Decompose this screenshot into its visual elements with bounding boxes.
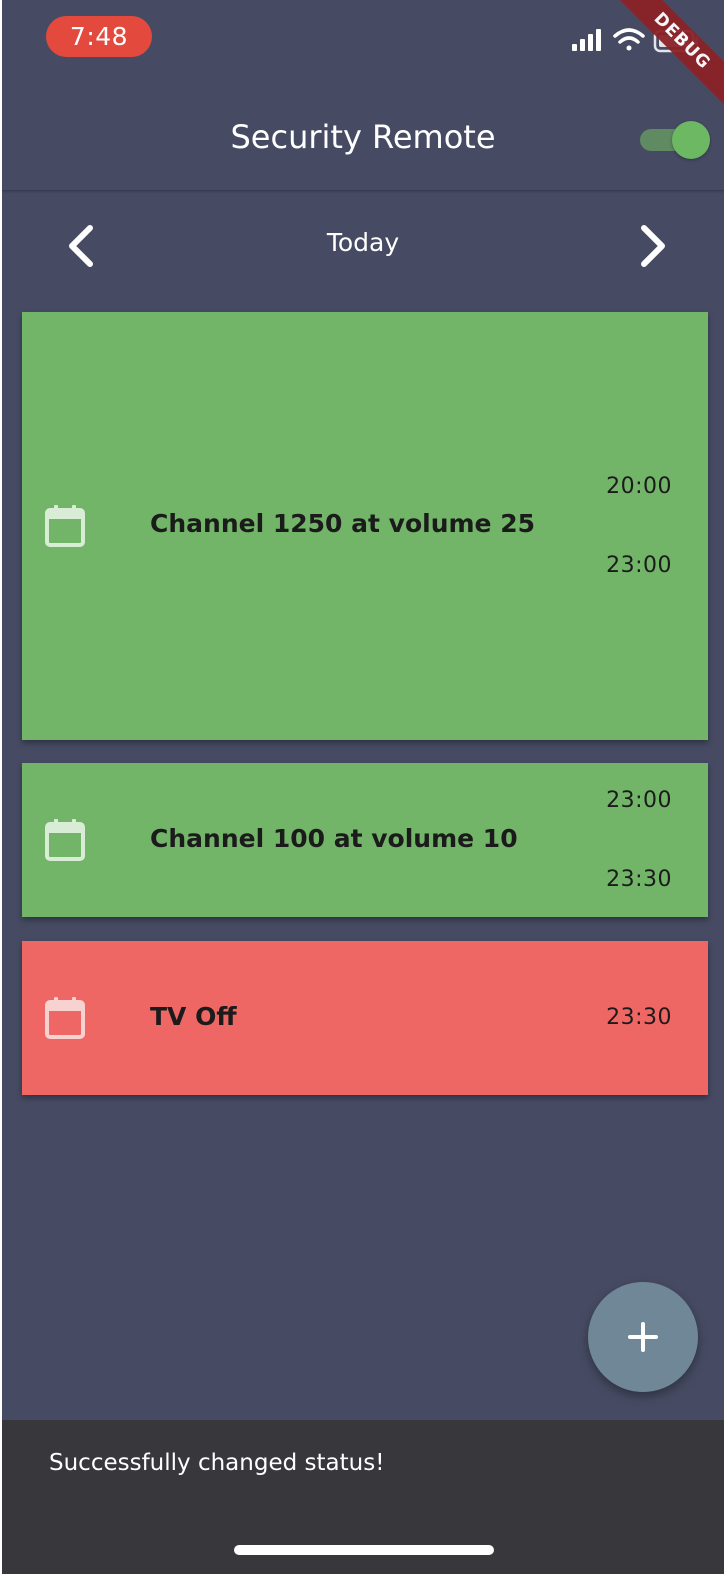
card-title: Channel 1250 at volume 25 xyxy=(150,509,535,538)
schedule-card[interactable]: Channel 100 at volume 10 23:00 23:30 xyxy=(22,763,708,917)
toggle-knob xyxy=(672,121,710,159)
card-start-time: 20:00 xyxy=(606,474,672,499)
schedule-card[interactable]: Channel 1250 at volume 25 20:00 23:00 xyxy=(22,312,708,740)
signal-icon xyxy=(572,29,601,51)
app-screen: 7:48 DEBUG Security Remote Today Channel… xyxy=(2,0,724,1574)
home-indicator[interactable] xyxy=(234,1545,494,1555)
add-schedule-button[interactable] xyxy=(588,1282,698,1392)
date-label: Today xyxy=(326,228,400,257)
calendar-icon xyxy=(44,818,86,862)
wifi-icon xyxy=(613,28,645,51)
calendar-icon xyxy=(44,996,86,1040)
calendar-icon xyxy=(44,504,86,548)
page-title: Security Remote xyxy=(230,118,496,156)
next-day-button[interactable] xyxy=(626,220,678,272)
snackbar-message: Successfully changed status! xyxy=(49,1450,385,1476)
plus-icon xyxy=(628,1322,658,1352)
card-start-time: 23:30 xyxy=(606,1005,672,1030)
status-toggle[interactable] xyxy=(640,121,710,159)
card-title: Channel 100 at volume 10 xyxy=(150,824,518,853)
card-start-time: 23:00 xyxy=(606,788,672,813)
chevron-right-icon xyxy=(641,225,665,267)
status-time: 7:48 xyxy=(46,16,152,57)
app-bar: Security Remote xyxy=(2,90,724,191)
card-title: TV Off xyxy=(150,1002,237,1031)
schedule-card[interactable]: TV Off 23:30 xyxy=(22,941,708,1095)
card-end-time: 23:00 xyxy=(606,553,672,578)
card-end-time: 23:30 xyxy=(606,867,672,892)
